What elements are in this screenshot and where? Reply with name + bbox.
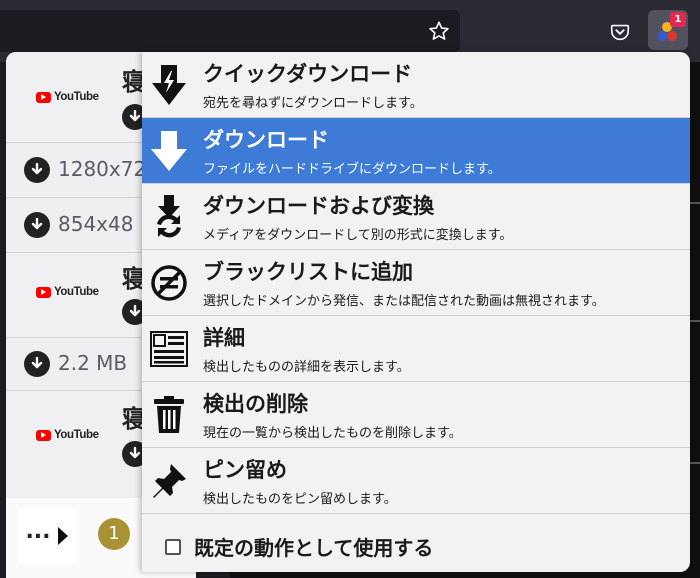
- menu-item-download-convert[interactable]: ダウンロードおよび変換 メディアをダウンロードして別の形式に変換します。: [142, 184, 690, 250]
- youtube-logo: YouTube: [36, 286, 99, 298]
- trash-icon: [148, 391, 190, 439]
- download-icon[interactable]: [24, 157, 50, 183]
- menu-item-download[interactable]: ダウンロード ファイルをハードドライブにダウンロードします。: [142, 118, 690, 184]
- menu-item-pin[interactable]: ピン留め 検出したものをピン留めします。: [142, 448, 690, 514]
- menu-item-quick-download[interactable]: クイックダウンロード 宛先を尋ねずにダウンロードします。: [142, 52, 690, 118]
- download-convert-icon: [148, 193, 190, 241]
- menu-item-details[interactable]: 詳細 検出したものの詳細を表示します。: [142, 316, 690, 382]
- download-icon[interactable]: [24, 212, 50, 238]
- url-bar[interactable]: [0, 10, 460, 52]
- download-arrow-icon: [148, 127, 190, 175]
- background-page: [690, 62, 700, 578]
- youtube-logo: YouTube: [36, 429, 99, 441]
- bookmark-star-icon[interactable]: [426, 18, 452, 44]
- hit-count-badge: 1: [98, 518, 130, 550]
- video-downloadhelper-extension-button[interactable]: 1: [648, 10, 688, 50]
- youtube-play-icon: [36, 429, 51, 441]
- more-actions-button[interactable]: ...: [18, 508, 76, 564]
- youtube-play-icon: [36, 286, 51, 298]
- default-action-label: 既定の動作として使用する: [194, 536, 434, 560]
- details-icon: [148, 325, 190, 373]
- menu-item-delete-detection[interactable]: 検出の削除 現在の一覧から検出したものを削除します。: [142, 382, 690, 448]
- default-action-checkbox[interactable]: [165, 539, 181, 555]
- extension-badge: 1: [670, 12, 686, 27]
- download-icon[interactable]: [24, 351, 50, 377]
- pocket-icon[interactable]: [606, 18, 634, 46]
- pin-icon: [148, 457, 190, 505]
- youtube-play-icon: [36, 91, 51, 103]
- context-menu: クイックダウンロード 宛先を尋ねずにダウンロードします。 ダウンロード ファイル…: [142, 52, 690, 572]
- variant-resolution: 1280x72: [58, 157, 147, 181]
- blacklist-icon: [148, 259, 190, 307]
- quick-download-icon: [148, 61, 190, 109]
- youtube-logo: YouTube: [36, 91, 99, 103]
- variant-resolution: 854x48: [58, 212, 134, 236]
- menu-item-add-blacklist[interactable]: ブラックリストに追加 選択したドメインから発信、または配信された動画は無視されま…: [142, 250, 690, 316]
- more-dots: ...: [25, 519, 51, 544]
- play-arrow-icon: [57, 527, 68, 545]
- variant-size: 2.2 MB: [58, 351, 128, 375]
- default-action-option[interactable]: 既定の動作として使用する: [142, 520, 690, 572]
